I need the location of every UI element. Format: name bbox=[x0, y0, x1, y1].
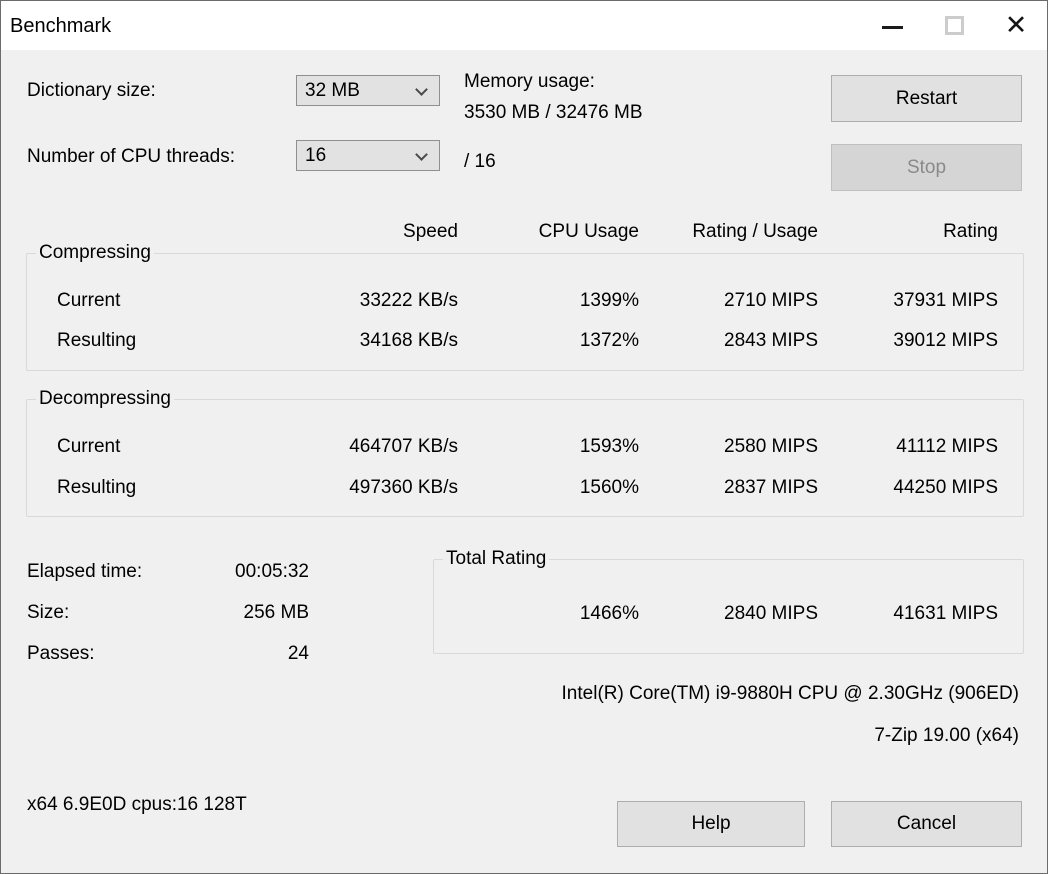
dictionary-size-value: 32 MB bbox=[305, 79, 360, 101]
passes-value: 24 bbox=[287, 643, 309, 664]
dictionary-size-label: Dictionary size: bbox=[27, 80, 156, 101]
rating-value: 44250 MIPS bbox=[893, 477, 998, 498]
close-button[interactable]: ✕ bbox=[985, 1, 1047, 50]
rating-usage-value: 2843 MIPS bbox=[724, 330, 818, 351]
benchmark-dialog: Benchmark ✕ Dictionary size: 32 MB Memor… bbox=[0, 0, 1048, 874]
cpu-threads-label: Number of CPU threads: bbox=[27, 146, 236, 167]
help-button[interactable]: Help bbox=[617, 801, 805, 847]
elapsed-time-value: 00:05:32 bbox=[235, 561, 309, 582]
row-label: Resulting bbox=[57, 477, 137, 498]
passes-label: Passes: bbox=[27, 643, 95, 664]
cpu-usage-value: 1399% bbox=[579, 290, 639, 311]
cpu-usage-value: 1372% bbox=[579, 330, 639, 351]
header-cpu-usage: CPU Usage bbox=[538, 221, 639, 242]
rating-usage-value: 2710 MIPS bbox=[724, 290, 818, 311]
table-row: Resulting 497360 KB/s 1560% 2837 MIPS 44… bbox=[26, 477, 1024, 499]
total-rating-groupbox: Total Rating 1466% 2840 MIPS 41631 MIPS bbox=[433, 548, 1024, 654]
speed-value: 464707 KB/s bbox=[349, 436, 458, 457]
window-controls: ✕ bbox=[861, 1, 1047, 50]
minimize-button[interactable] bbox=[861, 1, 923, 50]
cpu-threads-suffix: / 16 bbox=[464, 151, 496, 172]
passes-row: Passes: 24 bbox=[27, 643, 309, 665]
chevron-down-icon bbox=[415, 148, 428, 161]
total-rating-row: 1466% 2840 MIPS 41631 MIPS bbox=[434, 603, 1023, 625]
speed-value: 34168 KB/s bbox=[359, 330, 458, 351]
table-row: Current 33222 KB/s 1399% 2710 MIPS 37931… bbox=[26, 290, 1024, 312]
decompressing-groupbox: Decompressing bbox=[26, 388, 1024, 517]
total-cpu-usage-value: 1466% bbox=[579, 603, 639, 624]
table-row: Current 464707 KB/s 1593% 2580 MIPS 4111… bbox=[26, 436, 1024, 458]
stop-button: Stop bbox=[831, 144, 1022, 191]
header-speed: Speed bbox=[403, 221, 458, 242]
size-row: Size: 256 MB bbox=[27, 602, 309, 624]
cancel-button[interactable]: Cancel bbox=[831, 801, 1022, 847]
app-version: 7-Zip 19.00 (x64) bbox=[874, 725, 1019, 746]
window-title: Benchmark bbox=[10, 15, 112, 37]
row-label: Resulting bbox=[57, 330, 137, 351]
size-value: 256 MB bbox=[243, 602, 309, 623]
decompressing-title: Decompressing bbox=[36, 388, 174, 410]
elapsed-time-label: Elapsed time: bbox=[27, 561, 143, 582]
compressing-title: Compressing bbox=[36, 242, 154, 264]
total-rating-usage-value: 2840 MIPS bbox=[724, 603, 818, 624]
close-icon: ✕ bbox=[1004, 10, 1028, 40]
row-label: Current bbox=[57, 290, 121, 311]
elapsed-time-row: Elapsed time: 00:05:32 bbox=[27, 561, 309, 583]
table-row: Resulting 34168 KB/s 1372% 2843 MIPS 390… bbox=[26, 330, 1024, 352]
build-info: x64 6.9E0D cpus:16 128T bbox=[27, 794, 247, 815]
cpu-threads-select[interactable]: 16 bbox=[296, 140, 440, 171]
header-rating: Rating bbox=[943, 221, 998, 242]
dictionary-size-select[interactable]: 32 MB bbox=[296, 75, 440, 106]
total-rating-title: Total Rating bbox=[443, 548, 550, 570]
header-rating-usage: Rating / Usage bbox=[692, 221, 818, 242]
cpu-usage-value: 1560% bbox=[579, 477, 639, 498]
header-spacer bbox=[26, 221, 206, 243]
restart-button[interactable]: Restart bbox=[831, 75, 1022, 122]
memory-usage-label: Memory usage: bbox=[464, 71, 595, 92]
rating-value: 41112 MIPS bbox=[896, 436, 998, 457]
total-rating-value: 41631 MIPS bbox=[893, 603, 998, 624]
speed-value: 33222 KB/s bbox=[359, 290, 458, 311]
compressing-groupbox: Compressing bbox=[26, 242, 1024, 371]
speed-value: 497360 KB/s bbox=[349, 477, 458, 498]
maximize-icon bbox=[944, 16, 964, 35]
rating-value: 39012 MIPS bbox=[893, 330, 998, 351]
cpu-threads-value: 16 bbox=[305, 144, 327, 166]
chevron-down-icon bbox=[415, 83, 428, 96]
rating-usage-value: 2837 MIPS bbox=[724, 477, 818, 498]
maximize-button bbox=[923, 1, 985, 50]
size-label: Size: bbox=[27, 602, 70, 623]
row-label: Current bbox=[57, 436, 121, 457]
memory-usage-value: 3530 MB / 32476 MB bbox=[464, 102, 643, 123]
cpu-info: Intel(R) Core(TM) i9-9880H CPU @ 2.30GHz… bbox=[561, 683, 1019, 704]
rating-usage-value: 2580 MIPS bbox=[724, 436, 818, 457]
minimize-icon bbox=[881, 26, 903, 29]
results-header-row: Speed CPU Usage Rating / Usage Rating bbox=[26, 221, 1024, 243]
cpu-usage-value: 1593% bbox=[579, 436, 639, 457]
rating-value: 37931 MIPS bbox=[893, 290, 998, 311]
